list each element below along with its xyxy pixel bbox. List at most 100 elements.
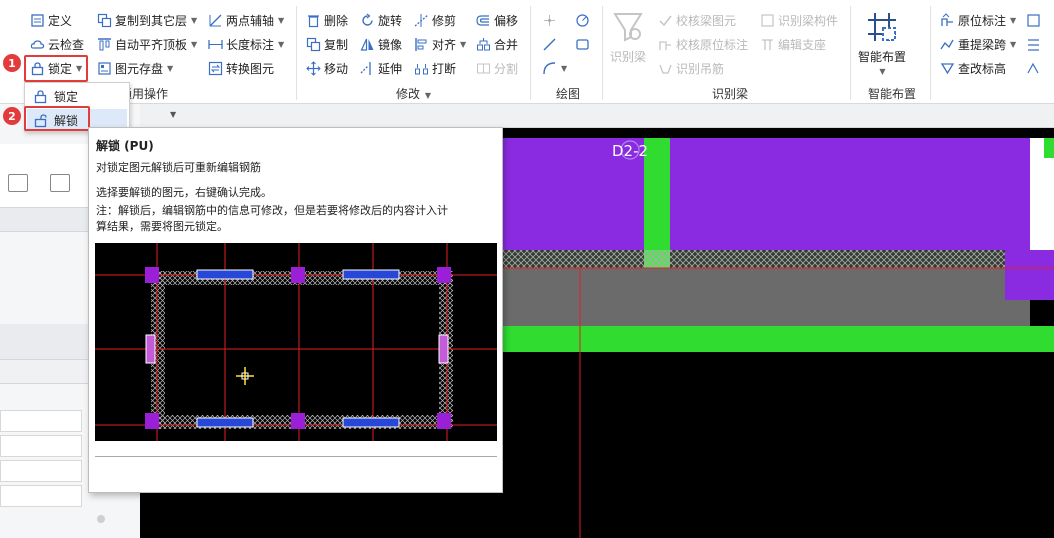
split-label: 分割 <box>494 61 519 76</box>
menu-item-lock-label: 锁定 <box>54 89 79 104</box>
align-top-icon <box>97 37 112 52</box>
chevron-down-icon: ▼ <box>167 63 174 73</box>
draw-arc-button[interactable]: ▼ <box>542 58 567 78</box>
move-button[interactable]: 移动 <box>306 58 348 78</box>
break-icon <box>414 61 429 76</box>
step-badge-2: 2 <box>3 107 21 125</box>
merge-icon <box>476 37 491 52</box>
rectangle-icon <box>575 37 590 52</box>
auto-align-top-label: 自动平齐顶板 <box>115 37 188 52</box>
check-beam-element-label: 校核梁图元 <box>676 13 737 28</box>
reextract-span-button[interactable]: 重提梁跨 ▼ <box>940 34 1016 54</box>
extend-button[interactable]: 延伸 <box>360 58 402 78</box>
check-original-dim-label: 校核原位标注 <box>676 37 749 52</box>
modify-group-label: 修改 ▼ <box>396 87 431 101</box>
overflow-tool-3[interactable] <box>1026 58 1041 78</box>
check-elevation-button[interactable]: 查改标高 <box>940 58 1006 78</box>
mirror-button[interactable]: 镜像 <box>360 34 402 54</box>
identify-beam-button[interactable]: 识别梁 <box>610 10 646 65</box>
identify-rebar-label: 识别吊筋 <box>676 61 725 76</box>
panel-list-icon[interactable] <box>50 174 70 192</box>
tooltip-preview-image <box>95 243 497 441</box>
original-dim-button[interactable]: 原位标注 ▼ <box>940 10 1016 30</box>
panel-tool-icon[interactable] <box>8 174 28 192</box>
offset-button[interactable]: 偏移 <box>476 10 518 30</box>
property-row[interactable] <box>0 460 82 482</box>
check-beam-element-button[interactable]: 校核梁图元 <box>658 10 736 30</box>
check-original-dim-button[interactable]: 校核原位标注 <box>658 34 748 54</box>
convert-element-label: 转换图元 <box>226 61 275 76</box>
move-icon <box>306 60 321 76</box>
merge-button[interactable]: 合并 <box>476 34 518 54</box>
draw-point-button[interactable] <box>542 10 557 30</box>
trim-button[interactable]: 修剪 <box>414 10 456 30</box>
split-button[interactable]: 分割 <box>476 58 518 78</box>
convert-element-button[interactable]: 转换图元 <box>208 58 274 78</box>
trim-label: 修剪 <box>432 13 457 28</box>
arc-icon <box>542 61 557 76</box>
draw-rect-button[interactable] <box>575 34 590 54</box>
toolbar-dropdown-icon[interactable]: ▼ <box>170 110 176 119</box>
extend-icon <box>360 61 375 76</box>
rotate-button[interactable]: 旋转 <box>360 10 402 30</box>
dim-icon <box>940 12 955 28</box>
auto-align-top-button[interactable]: 自动平齐顶板 ▼ <box>97 34 197 54</box>
edit-support-label: 编辑支座 <box>778 37 827 52</box>
chevron-down-icon: ▼ <box>879 67 886 76</box>
identify-beam-member-button[interactable]: 识别梁构件 <box>760 10 838 30</box>
menu-item-lock[interactable]: 锁定 <box>27 85 127 107</box>
two-point-axis-label: 两点辅轴 <box>226 13 275 28</box>
edit-support-button[interactable]: 编辑支座 <box>760 34 826 54</box>
element-storage-label: 图元存盘 <box>115 61 164 76</box>
smart-layout-button[interactable]: 智能布置 ▼ <box>858 10 906 76</box>
reextract-span-label: 重提梁跨 <box>958 37 1007 52</box>
ribbon: 定义 云检查 锁定 ▼ 复制到其它层 ▼ 自动平齐顶板 ▼ 图元存盘 ▼ 通用操… <box>0 0 1054 104</box>
overflow-tool-1[interactable] <box>1026 10 1041 30</box>
draw-group-label: 绘图 <box>556 87 581 101</box>
dimension-icon <box>208 37 223 52</box>
property-row[interactable] <box>0 410 82 432</box>
property-row[interactable] <box>0 485 82 507</box>
divider <box>296 6 297 100</box>
radio-dot[interactable] <box>97 515 105 523</box>
trim-icon <box>414 13 429 28</box>
define-icon <box>30 13 45 28</box>
chevron-down-icon: ▼ <box>191 15 198 25</box>
identify-beam-group-label: 识别梁 <box>712 87 749 101</box>
overflow-tool-2[interactable] <box>1026 34 1041 54</box>
align-label: 对齐 <box>432 37 457 52</box>
chevron-down-icon: ▼ <box>278 15 285 25</box>
chevron-down-icon: ▼ <box>1010 15 1017 25</box>
cloud-check-button[interactable]: 云检查 <box>30 34 84 54</box>
identify-rebar-button[interactable]: 识别吊筋 <box>658 58 724 78</box>
two-point-axis-button[interactable]: 两点辅轴 ▼ <box>208 10 284 30</box>
draw-line-button[interactable] <box>542 34 557 54</box>
beam-section-preview <box>95 243 497 441</box>
property-row[interactable] <box>0 435 82 457</box>
break-button[interactable]: 打断 <box>414 58 456 78</box>
draw-circle-button[interactable] <box>575 10 590 30</box>
length-dim-button[interactable]: 长度标注 ▼ <box>208 34 284 54</box>
align-button[interactable]: 对齐 ▼ <box>414 34 466 54</box>
copy-button[interactable]: 复制 <box>306 34 348 54</box>
elevation-icon <box>940 61 955 76</box>
delete-button[interactable]: 删除 <box>306 10 348 30</box>
copy-to-layer-button[interactable]: 复制到其它层 ▼ <box>97 10 197 30</box>
copy-label: 复制 <box>324 37 349 52</box>
chevron-down-icon: ▼ <box>1010 39 1017 49</box>
highlight-box-unlock <box>24 106 90 131</box>
check-icon <box>658 13 673 28</box>
tooltip-description: 对锁定图元解锁后可重新编辑钢筋 <box>96 161 261 174</box>
define-button[interactable]: 定义 <box>30 10 72 30</box>
element-storage-button[interactable]: 图元存盘 ▼ <box>97 58 173 78</box>
point-icon <box>542 13 557 28</box>
merge-label: 合并 <box>494 37 519 52</box>
cloud-check-label: 云检查 <box>48 37 85 52</box>
lock-icon <box>33 89 48 104</box>
rebar-icon <box>658 61 673 76</box>
convert-icon <box>208 61 223 76</box>
mirror-label: 镜像 <box>378 37 403 52</box>
tool-icon <box>1026 37 1041 52</box>
rotate-label: 旋转 <box>378 13 403 28</box>
smart-layout-label: 智能布置 <box>858 50 907 64</box>
